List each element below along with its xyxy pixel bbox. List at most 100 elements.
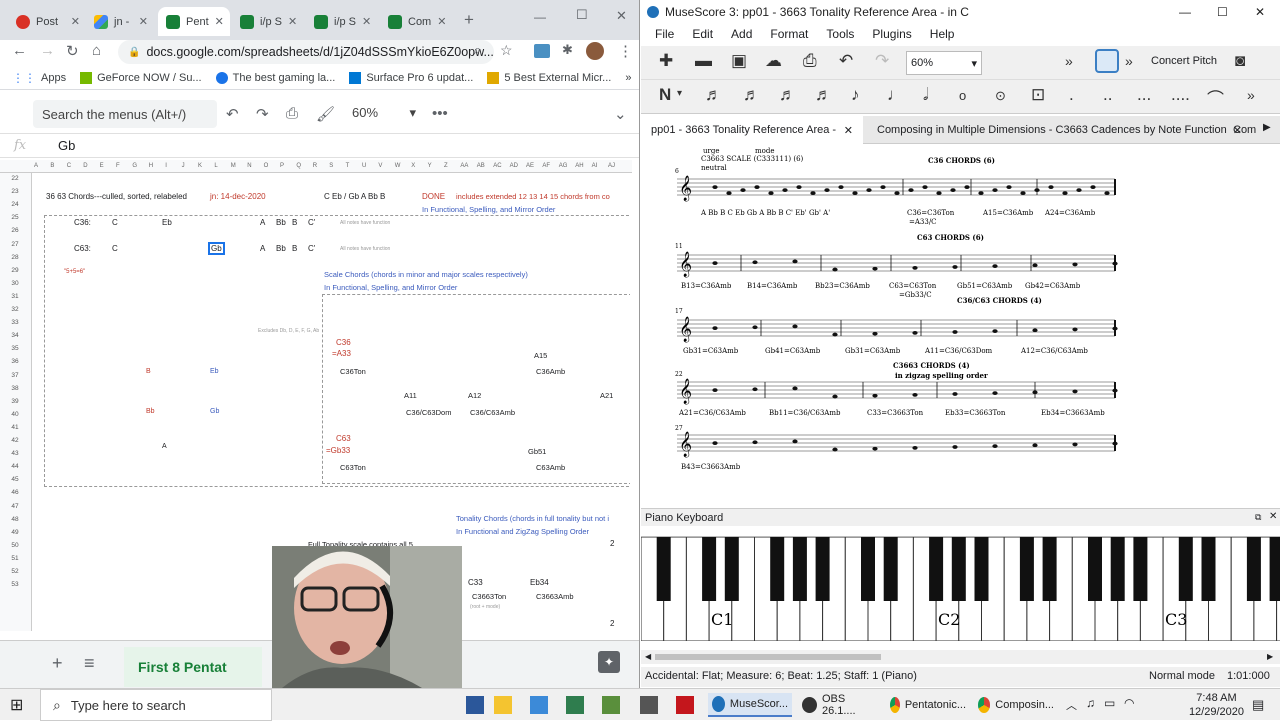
cell-note-a[interactable]: A [162, 443, 167, 450]
close-icon[interactable]: ✕ [437, 15, 446, 28]
column-header[interactable]: AI [592, 163, 598, 169]
menu-file[interactable]: File [655, 27, 674, 41]
cell-note-bb[interactable]: Bb [276, 244, 286, 253]
note-head[interactable] [792, 324, 798, 329]
column-header[interactable]: L [214, 163, 217, 169]
note-head[interactable] [978, 191, 984, 196]
row-header[interactable]: 22 [0, 175, 30, 182]
taskbar-clock[interactable]: 7:48 AM 12/29/2020 [1189, 691, 1244, 719]
note-head[interactable] [782, 188, 788, 193]
note-head[interactable] [712, 261, 718, 266]
note-head[interactable] [712, 441, 718, 446]
cell-c3663amb[interactable]: C3663Amb [536, 592, 574, 601]
browser-tab[interactable]: Post ✕ [8, 7, 88, 36]
explorer-app-icon[interactable] [494, 696, 512, 714]
url-bar[interactable]: 🔒 docs.google.com/spreadsheets/d/1jZ04dS… [118, 40, 494, 64]
cell-date[interactable]: jn: 14-dec-2020 [210, 192, 266, 201]
cell-a33[interactable]: =A33 [332, 349, 351, 358]
column-header[interactable]: O [264, 163, 269, 169]
note-head[interactable] [912, 265, 918, 270]
black-key[interactable] [815, 537, 830, 601]
open-folder-icon[interactable]: ▬ [695, 51, 712, 71]
black-key[interactable] [1201, 537, 1216, 601]
note-head[interactable] [872, 446, 878, 451]
row-header[interactable]: 29 [0, 267, 30, 274]
word-app-icon[interactable] [466, 696, 484, 714]
reload-icon[interactable]: ↻ [66, 42, 79, 60]
row-header[interactable]: 25 [0, 214, 30, 221]
note-head[interactable] [810, 191, 816, 196]
undo-icon[interactable]: ↶ [226, 105, 239, 123]
score-tab[interactable]: Com [1223, 116, 1263, 144]
note-head[interactable] [1112, 388, 1118, 393]
more-horiz-icon[interactable]: ••• [432, 105, 448, 122]
column-header[interactable]: Q [296, 163, 301, 169]
maximize-icon[interactable]: ☐ [576, 7, 588, 23]
column-header[interactable]: AH [575, 163, 583, 169]
note-head[interactable] [1072, 442, 1078, 447]
menu-help[interactable]: Help [930, 27, 955, 41]
half-note-icon[interactable]: 𝅗𝅥 [923, 85, 928, 105]
menu-search-input[interactable]: Search the menus (Alt+/) [33, 100, 217, 128]
note-head[interactable] [712, 185, 718, 190]
row-header[interactable]: 32 [0, 306, 30, 313]
note-head[interactable] [1090, 185, 1096, 190]
piano-keys[interactable]: C1 C2 C3 [640, 536, 1280, 642]
row-header[interactable]: 28 [0, 254, 30, 261]
tie-icon[interactable]: ⌒ [1207, 85, 1224, 110]
column-header[interactable]: A [34, 163, 38, 169]
scroll-thumb[interactable] [655, 654, 881, 660]
sheet-tab-active[interactable]: First 8 Pentat [124, 647, 262, 687]
browser-tab[interactable]: jn - ✕ [86, 7, 156, 36]
note-head[interactable] [1020, 191, 1026, 196]
close-icon[interactable]: ✕ [288, 15, 297, 28]
overflow-chevron-icon[interactable]: » [1247, 87, 1255, 103]
note-head[interactable] [1032, 390, 1038, 395]
row-header[interactable]: 51 [0, 555, 30, 562]
speaker-icon[interactable]: ♫ [1086, 696, 1095, 710]
cell-gb33[interactable]: =Gb33 [326, 446, 350, 455]
taskbar-search[interactable]: ⌕ Type here to search [40, 689, 272, 721]
note-head[interactable] [952, 392, 958, 396]
note-head[interactable] [872, 266, 878, 271]
whole-note-icon[interactable]: o [959, 88, 966, 103]
note-head[interactable] [992, 188, 998, 193]
row-header[interactable]: 40 [0, 411, 30, 418]
camera-icon[interactable]: ◙ [1235, 51, 1245, 71]
bookmark-geforce[interactable]: GeForce NOW / Su... [80, 71, 202, 84]
column-header[interactable]: Z [444, 163, 448, 169]
note-head[interactable] [1104, 191, 1110, 196]
column-header[interactable]: AE [526, 163, 534, 169]
note-head[interactable] [952, 265, 958, 269]
bookmark-gaming[interactable]: The best gaming la... [215, 71, 335, 84]
collapse-chevron-icon[interactable]: ⌄ [614, 105, 627, 123]
note-head[interactable] [726, 191, 732, 196]
cell-note-cprime[interactable]: C' [308, 218, 315, 227]
note-head[interactable] [992, 444, 998, 449]
menu-edit[interactable]: Edit [692, 27, 713, 41]
cell-tonality[interactable]: Tonality Chords (chords in full tonality… [456, 514, 609, 523]
scroll-left-icon[interactable]: ◀ [645, 652, 651, 661]
score-tab[interactable]: Composing in Multiple Dimensions - C3663… [867, 116, 1242, 144]
64th-note-icon[interactable]: ♬ [743, 85, 760, 105]
black-key[interactable] [1110, 537, 1125, 601]
cell-c36ton[interactable]: C36Ton [340, 367, 366, 376]
cell-note-bb[interactable]: Bb [276, 218, 286, 227]
cell-note-c[interactable]: C [112, 218, 118, 227]
piano-scrollbar[interactable]: ◀ ▶ [641, 650, 1280, 664]
note-head[interactable] [832, 394, 838, 399]
cell-c63-label[interactable]: C63 [336, 434, 351, 443]
tab-scroll-right-icon[interactable]: ▶ [1263, 122, 1271, 133]
menu-add[interactable]: Add [731, 27, 752, 41]
black-key[interactable] [702, 537, 717, 601]
row-header[interactable]: 36 [0, 358, 30, 365]
note-head[interactable] [1048, 185, 1054, 190]
column-header[interactable]: F [116, 163, 120, 169]
note-head[interactable] [852, 191, 858, 196]
extension-icon[interactable] [534, 44, 550, 58]
dropdown-icon[interactable]: ▾ [677, 88, 682, 99]
column-header[interactable]: E [100, 163, 104, 169]
profile-avatar[interactable] [586, 42, 604, 60]
app-icon[interactable] [602, 696, 620, 714]
row-header[interactable]: 39 [0, 398, 30, 405]
